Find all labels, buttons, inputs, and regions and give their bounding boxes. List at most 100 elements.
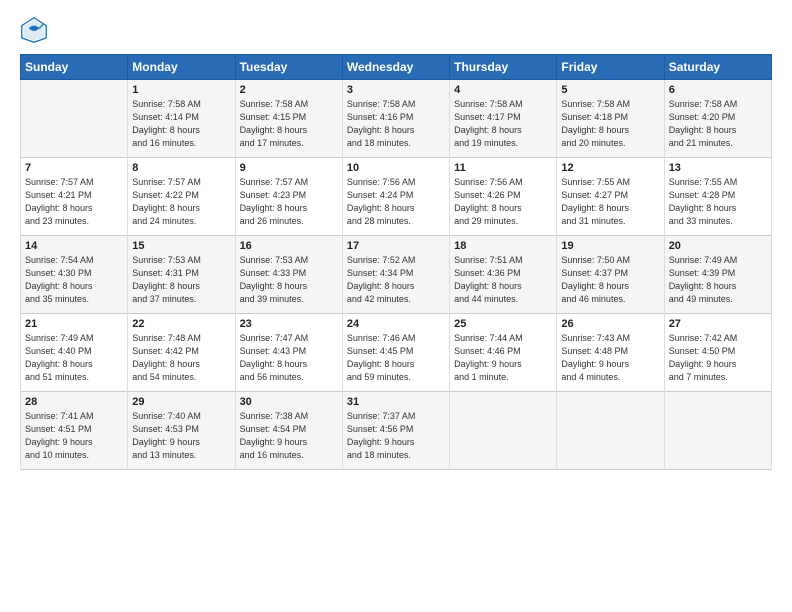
day-number: 1	[132, 84, 230, 96]
day-number: 3	[347, 84, 445, 96]
day-number: 12	[561, 162, 659, 174]
calendar-cell: 8Sunrise: 7:57 AMSunset: 4:22 PMDaylight…	[128, 158, 235, 236]
cell-content: Sunrise: 7:52 AMSunset: 4:34 PMDaylight:…	[347, 254, 445, 306]
day-number: 14	[25, 240, 123, 252]
day-number: 4	[454, 84, 552, 96]
calendar-cell: 10 Sunrise: 7:56 AMSunset: 4:24 PMDayligh…	[342, 158, 449, 236]
cell-content: Sunrise: 7:49 AMSunset: 4:39 PMDaylight:…	[669, 254, 767, 306]
cell-content: Sunrise: 7:58 AMSunset: 4:14 PMDaylight:…	[132, 98, 230, 150]
calendar-cell: 4 Sunrise: 7:58 AMSunset: 4:17 PMDaylight…	[450, 80, 557, 158]
calendar-cell	[21, 80, 128, 158]
calendar-cell: 24 Sunrise: 7:46 AMSunset: 4:45 PMDayligh…	[342, 314, 449, 392]
column-header-saturday: Saturday	[664, 55, 771, 80]
calendar-cell: 6 Sunrise: 7:58 AMSunset: 4:20 PMDaylight…	[664, 80, 771, 158]
cell-content: Sunrise: 7:56 AMSunset: 4:26 PMDaylight:…	[454, 176, 552, 228]
header-row: SundayMondayTuesdayWednesdayThursdayFrid…	[21, 55, 772, 80]
cell-content: Sunrise: 7:55 AMSunset: 4:28 PMDaylight:…	[669, 176, 767, 228]
day-number: 21	[25, 318, 123, 330]
column-header-friday: Friday	[557, 55, 664, 80]
day-number: 2	[240, 84, 338, 96]
cell-content: Sunrise: 7:58 AMSunset: 4:18 PMDaylight:…	[561, 98, 659, 150]
cell-content: Sunrise: 7:55 AMSunset: 4:27 PMDaylight:…	[561, 176, 659, 228]
calendar-cell	[450, 392, 557, 470]
cell-content: Sunrise: 7:50 AMSunset: 4:37 PMDaylight:…	[561, 254, 659, 306]
week-row-3: 21Sunrise: 7:49 AMSunset: 4:40 PMDayligh…	[21, 314, 772, 392]
day-number: 6	[669, 84, 767, 96]
week-row-2: 14 Sunrise: 7:54 AMSunset: 4:30 PMDayligh…	[21, 236, 772, 314]
cell-content: Sunrise: 7:43 AMSunset: 4:48 PMDaylight:…	[561, 332, 659, 384]
day-number: 25	[454, 318, 552, 330]
calendar-table: SundayMondayTuesdayWednesdayThursdayFrid…	[20, 54, 772, 470]
day-number: 20	[669, 240, 767, 252]
day-number: 17	[347, 240, 445, 252]
logo	[20, 16, 52, 44]
day-number: 26	[561, 318, 659, 330]
calendar-cell: 30Sunrise: 7:38 AMSunset: 4:54 PMDayligh…	[235, 392, 342, 470]
cell-content: Sunrise: 7:58 AMSunset: 4:16 PMDaylight:…	[347, 98, 445, 150]
calendar-cell: 28 Sunrise: 7:41 AMSunset: 4:51 PMDayligh…	[21, 392, 128, 470]
calendar-cell: 12 Sunrise: 7:55 AMSunset: 4:27 PMDayligh…	[557, 158, 664, 236]
cell-content: Sunrise: 7:41 AMSunset: 4:51 PMDaylight:…	[25, 410, 123, 462]
calendar-cell: 17 Sunrise: 7:52 AMSunset: 4:34 PMDayligh…	[342, 236, 449, 314]
day-number: 13	[669, 162, 767, 174]
calendar-cell: 11 Sunrise: 7:56 AMSunset: 4:26 PMDayligh…	[450, 158, 557, 236]
cell-content: Sunrise: 7:46 AMSunset: 4:45 PMDaylight:…	[347, 332, 445, 384]
header	[20, 16, 772, 44]
cell-content: Sunrise: 7:48 AMSunset: 4:42 PMDaylight:…	[132, 332, 230, 384]
calendar-cell: 7 Sunrise: 7:57 AMSunset: 4:21 PMDaylight…	[21, 158, 128, 236]
column-header-wednesday: Wednesday	[342, 55, 449, 80]
calendar-cell: 1 Sunrise: 7:58 AMSunset: 4:14 PMDaylight…	[128, 80, 235, 158]
calendar-cell: 2 Sunrise: 7:58 AMSunset: 4:15 PMDaylight…	[235, 80, 342, 158]
column-header-tuesday: Tuesday	[235, 55, 342, 80]
week-row-4: 28 Sunrise: 7:41 AMSunset: 4:51 PMDayligh…	[21, 392, 772, 470]
calendar-cell	[557, 392, 664, 470]
day-number: 10	[347, 162, 445, 174]
day-number: 30	[240, 396, 338, 408]
calendar-cell: 19 Sunrise: 7:50 AMSunset: 4:37 PMDayligh…	[557, 236, 664, 314]
calendar-cell: 27 Sunrise: 7:42 AMSunset: 4:50 PMDayligh…	[664, 314, 771, 392]
day-number: 19	[561, 240, 659, 252]
calendar-cell: 18Sunrise: 7:51 AMSunset: 4:36 PMDayligh…	[450, 236, 557, 314]
page: SundayMondayTuesdayWednesdayThursdayFrid…	[0, 0, 792, 612]
cell-content: Sunrise: 7:57 AMSunset: 4:23 PMDaylight:…	[240, 176, 338, 228]
calendar-cell: 3 Sunrise: 7:58 AMSunset: 4:16 PMDaylight…	[342, 80, 449, 158]
week-row-0: 1 Sunrise: 7:58 AMSunset: 4:14 PMDaylight…	[21, 80, 772, 158]
cell-content: Sunrise: 7:58 AMSunset: 4:20 PMDaylight:…	[669, 98, 767, 150]
day-number: 9	[240, 162, 338, 174]
calendar-cell: 15Sunrise: 7:53 AMSunset: 4:31 PMDayligh…	[128, 236, 235, 314]
calendar-cell: 25Sunrise: 7:44 AMSunset: 4:46 PMDayligh…	[450, 314, 557, 392]
cell-content: Sunrise: 7:37 AMSunset: 4:56 PMDaylight:…	[347, 410, 445, 462]
day-number: 27	[669, 318, 767, 330]
cell-content: Sunrise: 7:42 AMSunset: 4:50 PMDaylight:…	[669, 332, 767, 384]
day-number: 29	[132, 396, 230, 408]
cell-content: Sunrise: 7:57 AMSunset: 4:22 PMDaylight:…	[132, 176, 230, 228]
cell-content: Sunrise: 7:56 AMSunset: 4:24 PMDaylight:…	[347, 176, 445, 228]
calendar-cell: 23Sunrise: 7:47 AMSunset: 4:43 PMDayligh…	[235, 314, 342, 392]
calendar-cell: 21Sunrise: 7:49 AMSunset: 4:40 PMDayligh…	[21, 314, 128, 392]
cell-content: Sunrise: 7:54 AMSunset: 4:30 PMDaylight:…	[25, 254, 123, 306]
calendar-cell: 20 Sunrise: 7:49 AMSunset: 4:39 PMDayligh…	[664, 236, 771, 314]
column-header-monday: Monday	[128, 55, 235, 80]
calendar-cell: 9 Sunrise: 7:57 AMSunset: 4:23 PMDaylight…	[235, 158, 342, 236]
calendar-cell: 31 Sunrise: 7:37 AMSunset: 4:56 PMDayligh…	[342, 392, 449, 470]
cell-content: Sunrise: 7:53 AMSunset: 4:33 PMDaylight:…	[240, 254, 338, 306]
week-row-1: 7 Sunrise: 7:57 AMSunset: 4:21 PMDaylight…	[21, 158, 772, 236]
calendar-cell: 5Sunrise: 7:58 AMSunset: 4:18 PMDaylight…	[557, 80, 664, 158]
day-number: 18	[454, 240, 552, 252]
day-number: 31	[347, 396, 445, 408]
day-number: 24	[347, 318, 445, 330]
calendar-cell	[664, 392, 771, 470]
day-number: 11	[454, 162, 552, 174]
cell-content: Sunrise: 7:57 AMSunset: 4:21 PMDaylight:…	[25, 176, 123, 228]
calendar-cell: 16Sunrise: 7:53 AMSunset: 4:33 PMDayligh…	[235, 236, 342, 314]
cell-content: Sunrise: 7:53 AMSunset: 4:31 PMDaylight:…	[132, 254, 230, 306]
calendar-cell: 13 Sunrise: 7:55 AMSunset: 4:28 PMDayligh…	[664, 158, 771, 236]
day-number: 7	[25, 162, 123, 174]
column-header-thursday: Thursday	[450, 55, 557, 80]
cell-content: Sunrise: 7:58 AMSunset: 4:15 PMDaylight:…	[240, 98, 338, 150]
cell-content: Sunrise: 7:58 AMSunset: 4:17 PMDaylight:…	[454, 98, 552, 150]
day-number: 22	[132, 318, 230, 330]
day-number: 28	[25, 396, 123, 408]
cell-content: Sunrise: 7:40 AMSunset: 4:53 PMDaylight:…	[132, 410, 230, 462]
calendar-cell: 26 Sunrise: 7:43 AMSunset: 4:48 PMDayligh…	[557, 314, 664, 392]
